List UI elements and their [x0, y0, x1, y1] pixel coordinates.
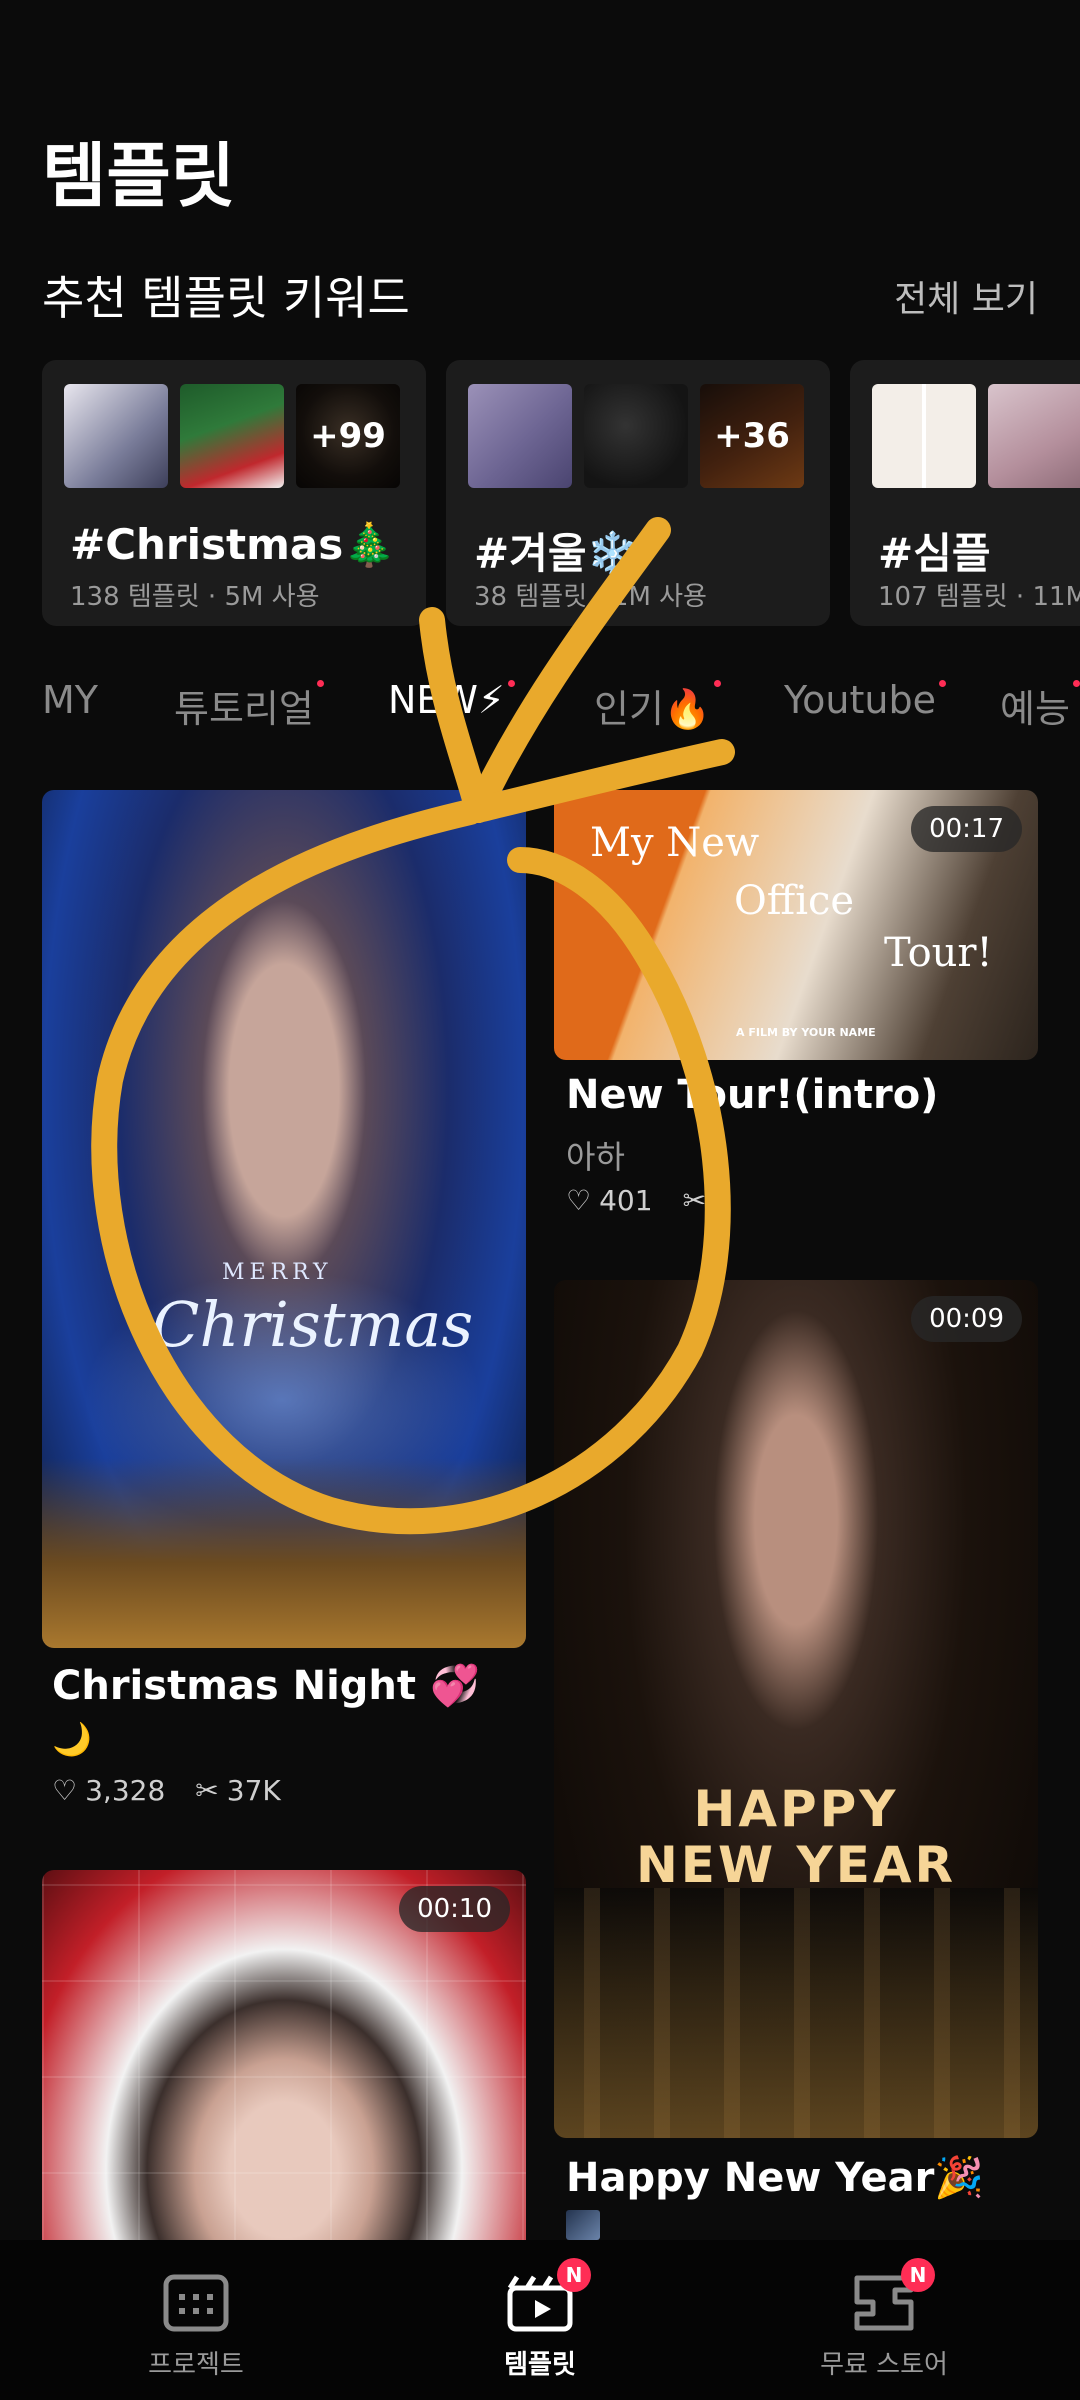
template-stats: ♡ 3,328 ✂ 37K: [52, 1774, 281, 1807]
keyword-carousel[interactable]: +99 #Christmas🎄 138 템플릿 · 5M 사용 +36 #겨울❄…: [42, 360, 1080, 626]
new-dot: [714, 680, 722, 687]
use-count: 7: [714, 1184, 732, 1217]
keyword-thumbnail: [872, 384, 976, 488]
nav-item-templates[interactable]: N 템플릿: [430, 2258, 650, 2381]
more-count: +99: [296, 384, 400, 488]
bottom-navigation: 프로젝트 N 템플릿 N 무료 스토어: [0, 2240, 1080, 2400]
template-card-new-tour[interactable]: 00:17 My New Office Tour! A FILM BY YOUR…: [554, 790, 1038, 1060]
nav-label: 무료 스토어: [820, 2350, 948, 2380]
see-all-button[interactable]: 전체 보기: [894, 270, 1038, 322]
keyword-meta: 138 템플릿 · 5M 사용: [70, 582, 320, 612]
more-count: +36: [700, 384, 804, 488]
keyword-thumbnail: [180, 384, 284, 488]
keyword-card-winter[interactable]: +36 #겨울❄️ 38 템플릿 · 1M 사용: [446, 360, 830, 626]
template-card-puzzle[interactable]: 00:10: [42, 1870, 526, 2270]
film-credit: A FILM BY YOUR NAME: [736, 1026, 876, 1039]
nav-label: 프로젝트: [148, 2350, 244, 2380]
keyword-thumbnail: +99: [296, 384, 400, 488]
tab-popular[interactable]: 인기🔥: [594, 678, 722, 733]
keyword-meta: 107 템플릿 · 11M: [878, 582, 1080, 612]
keyword-thumbnail: [988, 384, 1080, 488]
template-title: Christmas Night 💞: [52, 1663, 480, 1709]
overlay-christmas: Christmas: [152, 1288, 474, 1361]
template-title: Happy New Year🎉: [566, 2155, 985, 2201]
page-title: 템플릿: [42, 135, 236, 217]
heart-icon: ♡: [52, 1774, 78, 1807]
store-icon: N: [851, 2258, 935, 2332]
nav-item-projects[interactable]: 프로젝트: [86, 2274, 306, 2381]
template-author: 아하: [566, 1138, 625, 1176]
template-card-happy-new-year[interactable]: 00:09 HAPPY NEW YEAR: [554, 1280, 1038, 2138]
like-count: 401: [599, 1184, 653, 1217]
keyword-tag: #겨울❄️: [474, 529, 639, 578]
overlay-line: Tour!: [884, 930, 993, 976]
template-title: New Tour!(intro): [566, 1072, 939, 1118]
keyword-tag: #심플: [878, 529, 991, 578]
keyword-tag: #Christmas🎄: [70, 520, 396, 569]
category-tabs: MY 튜토리얼 NEW⚡ 인기🔥 Youtube 예능: [0, 678, 1080, 738]
project-icon: [163, 2274, 229, 2332]
keyword-card-simple[interactable]: #심플 107 템플릿 · 11M: [850, 360, 1080, 626]
overlay-line: NEW YEAR: [635, 1836, 957, 1894]
tab-variety[interactable]: 예능: [1000, 678, 1080, 733]
nav-item-free-store[interactable]: N 무료 스토어: [774, 2258, 994, 2381]
like-count: 3,328: [85, 1774, 166, 1807]
scissors-icon: ✂: [682, 1184, 707, 1217]
template-subtitle: 🌙: [52, 1720, 92, 1758]
tab-new[interactable]: NEW⚡: [388, 678, 515, 722]
template-stats: ♡ 401 ✂ 7: [566, 1184, 732, 1217]
nav-label: 템플릿: [504, 2350, 576, 2380]
keyword-thumbnail: +36: [700, 384, 804, 488]
template-icon: N: [507, 2258, 591, 2332]
overlay-line: My New: [590, 820, 760, 866]
duration-badge: 00:09: [911, 1296, 1022, 1342]
keyword-meta: 38 템플릿 · 1M 사용: [474, 582, 707, 612]
heart-icon: ♡: [566, 1184, 592, 1217]
scissors-icon: ✂: [195, 1774, 219, 1807]
duration-badge: 00:10: [399, 1886, 510, 1932]
keyword-thumbnail: [584, 384, 688, 488]
new-badge: N: [557, 2258, 591, 2292]
new-dot: [507, 680, 515, 687]
creator-avatar: [566, 2210, 600, 2240]
use-count: 37K: [226, 1774, 281, 1807]
keyword-thumbnail: [64, 384, 168, 488]
duration-badge: 00:17: [911, 806, 1022, 852]
keyword-card-christmas[interactable]: +99 #Christmas🎄 138 템플릿 · 5M 사용: [42, 360, 426, 626]
tab-youtube[interactable]: Youtube: [784, 678, 946, 722]
new-dot: [938, 680, 946, 687]
tab-tutorial[interactable]: 튜토리얼: [174, 678, 324, 733]
keywords-section-title: 추천 템플릿 키워드: [42, 271, 410, 325]
overlay-line: Office: [734, 878, 855, 924]
template-card-christmas-night[interactable]: MERRY Christmas: [42, 790, 526, 1648]
keyword-thumbnail: [468, 384, 572, 488]
tab-my[interactable]: MY: [42, 678, 98, 722]
new-dot: [1072, 680, 1080, 687]
overlay-line: HAPPY: [693, 1780, 899, 1838]
overlay-merry: MERRY: [222, 1260, 333, 1285]
new-dot: [316, 680, 324, 687]
new-badge: N: [901, 2258, 935, 2292]
